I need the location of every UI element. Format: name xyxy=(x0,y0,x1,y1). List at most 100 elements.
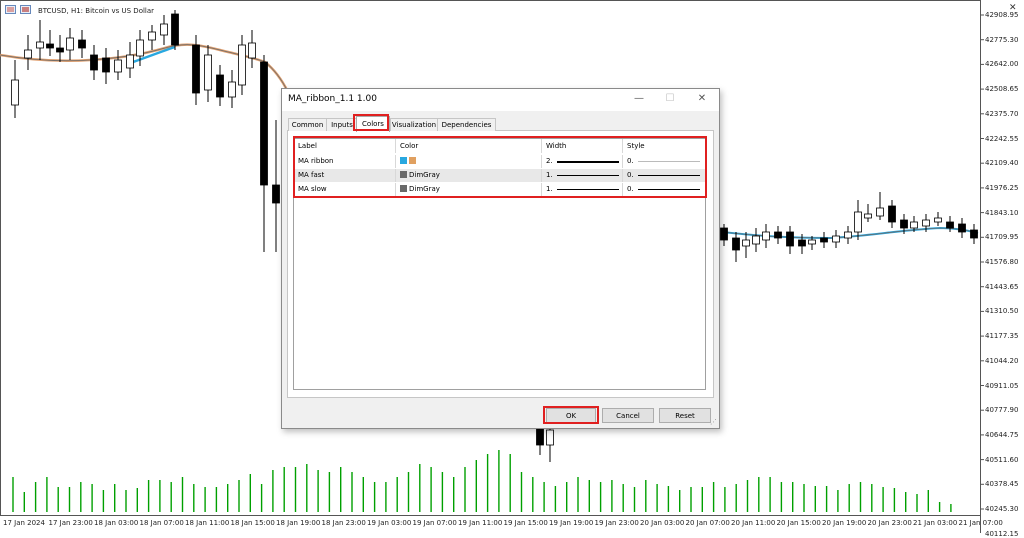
time-tick-label: 18 Jan 11:00 xyxy=(185,519,230,527)
minimize-icon[interactable]: — xyxy=(631,92,647,106)
resize-grip-icon[interactable]: ⋰ xyxy=(710,418,717,426)
width-value: 2. xyxy=(546,157,553,165)
time-tick-label: 20 Jan 15:00 xyxy=(776,519,821,527)
time-tick-label: 19 Jan 15:00 xyxy=(503,519,548,527)
candle-body xyxy=(854,211,862,233)
symbol-label: BTCUSD, H1: Bitcoin vs US Dollar xyxy=(38,7,155,15)
candle-body xyxy=(808,239,816,245)
price-tick-label: 40112.15 xyxy=(985,529,1019,538)
candle-body xyxy=(66,37,74,51)
candle-body xyxy=(148,31,156,41)
color-cell[interactable] xyxy=(396,155,542,168)
candle-body xyxy=(934,217,942,223)
color-swatch-orange[interactable] xyxy=(409,157,416,164)
candle-body xyxy=(958,223,966,233)
row-label: MA fast xyxy=(294,169,396,182)
width-sample-line xyxy=(557,161,619,163)
time-tick-label: 18 Jan 07:00 xyxy=(139,519,184,527)
row-label: MA slow xyxy=(294,183,396,196)
cancel-button[interactable]: Cancel xyxy=(602,408,654,423)
price-tick-label: 41044.20 xyxy=(985,356,1019,365)
style-value: 0. xyxy=(627,157,634,165)
color-name: DimGray xyxy=(409,185,440,193)
tab-dependencies[interactable]: Dependencies xyxy=(437,118,496,131)
price-tick-label: 40378.45 xyxy=(985,480,1019,489)
style-sample-line xyxy=(638,175,700,176)
candle-body xyxy=(720,227,728,241)
time-tick-label: 19 Jan 19:00 xyxy=(549,519,594,527)
candle-body xyxy=(24,49,32,59)
reset-button[interactable]: Reset xyxy=(659,408,711,423)
time-tick-label: 17 Jan 2024 xyxy=(3,519,45,527)
column-header-style: Style xyxy=(627,142,645,150)
time-tick-label: 18 Jan 03:00 xyxy=(94,519,139,527)
candle-body xyxy=(922,219,930,227)
candle-body xyxy=(46,43,54,49)
candle-body xyxy=(798,239,806,247)
colors-tab-highlight xyxy=(353,114,389,131)
color-name: DimGray xyxy=(409,171,440,179)
style-value: 0. xyxy=(627,185,634,193)
candle-body xyxy=(192,44,200,94)
time-tick-label: 20 Jan 07:00 xyxy=(685,519,730,527)
width-cell[interactable]: 1. xyxy=(542,169,623,182)
candle-body xyxy=(90,54,98,71)
tab-common[interactable]: Common xyxy=(288,118,327,131)
color-swatch-dimgray[interactable] xyxy=(400,171,407,178)
candle-body xyxy=(876,207,884,217)
price-tick-label: 42375.70 xyxy=(985,109,1019,118)
candle-body xyxy=(171,13,179,46)
candle-body xyxy=(248,42,256,59)
color-cell[interactable]: DimGray xyxy=(396,169,542,182)
candle-body xyxy=(786,231,794,247)
color-swatch-blue[interactable] xyxy=(400,157,407,164)
candle-body xyxy=(732,237,740,251)
candle-body xyxy=(888,205,896,223)
table-row[interactable]: MA fast DimGray 1. 0. xyxy=(294,169,705,182)
width-cell[interactable]: 1. xyxy=(542,183,623,196)
price-tick-label: 40911.05 xyxy=(985,381,1019,390)
style-cell[interactable]: 0. xyxy=(623,169,705,182)
candle-body xyxy=(946,221,954,229)
color-cell[interactable]: DimGray xyxy=(396,183,542,196)
candle-body xyxy=(762,231,770,241)
time-tick-label: 20 Jan 11:00 xyxy=(731,519,776,527)
candle-body xyxy=(774,231,782,239)
time-tick-label: 17 Jan 23:00 xyxy=(48,519,93,527)
price-tick-label: 41976.25 xyxy=(985,183,1019,192)
column-header-width: Width xyxy=(542,139,623,153)
chart-window-icon xyxy=(5,5,16,14)
price-tick-label: 40644.75 xyxy=(985,430,1019,439)
candle-body xyxy=(910,221,918,229)
style-cell[interactable]: 0. xyxy=(623,155,705,168)
time-tick-label: 18 Jan 15:00 xyxy=(230,519,275,527)
ok-button-highlight xyxy=(543,406,599,424)
chart-symbol-icon xyxy=(20,5,31,14)
candle-body xyxy=(238,44,246,86)
price-tick-label: 40245.30 xyxy=(985,505,1019,513)
price-tick-label: 42242.55 xyxy=(985,134,1019,143)
candle-body xyxy=(78,39,86,49)
candle-body xyxy=(820,237,828,243)
candle-body xyxy=(272,184,280,204)
price-tick-label: 41843.10 xyxy=(985,208,1019,217)
price-tick-label: 42642.00 xyxy=(985,60,1019,69)
style-cell[interactable]: 0. xyxy=(623,183,705,196)
tab-visualization[interactable]: Visualization xyxy=(390,118,438,131)
candle-body xyxy=(126,54,134,69)
time-tick-label: 18 Jan 23:00 xyxy=(321,519,366,527)
width-sample-line xyxy=(557,189,619,190)
table-row[interactable]: MA ribbon 2. 0. xyxy=(294,155,705,168)
candle-body xyxy=(36,41,44,49)
candle-body xyxy=(546,429,554,446)
table-row[interactable]: MA slow DimGray 1. 0. xyxy=(294,183,705,196)
dialog-titlebar[interactable]: MA_ribbon_1.1 1.00 — ☐ ✕ xyxy=(282,89,719,111)
dialog-title: MA_ribbon_1.1 1.00 xyxy=(288,94,377,104)
price-tick-label: 42908.95 xyxy=(985,11,1019,19)
price-tick-label: 42775.30 xyxy=(985,35,1019,44)
time-tick-label: 21 Jan 07:00 xyxy=(958,519,1003,527)
style-sample-line xyxy=(638,189,700,190)
color-swatch-dimgray[interactable] xyxy=(400,185,407,192)
close-icon[interactable]: ✕ xyxy=(694,92,710,106)
width-cell[interactable]: 2. xyxy=(542,155,623,168)
